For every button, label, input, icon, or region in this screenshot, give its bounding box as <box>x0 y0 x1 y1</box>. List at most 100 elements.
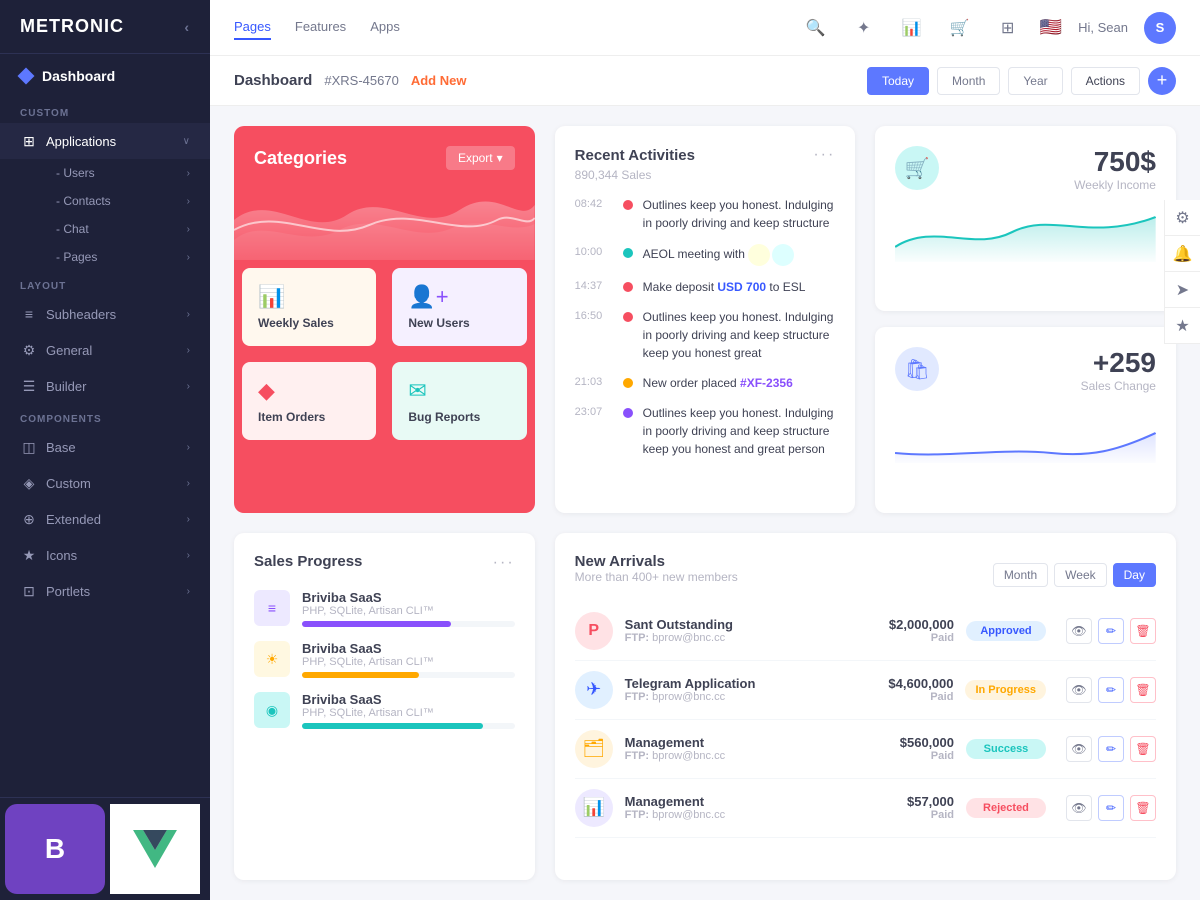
arrival-view-2[interactable]: 👁 <box>1066 736 1092 762</box>
add-new-button[interactable]: Add New <box>411 73 467 88</box>
weekly-sales-item[interactable]: 📊 Weekly Sales <box>242 268 376 346</box>
weekly-income-header: 🛒 750$ Weekly Income <box>895 146 1156 202</box>
custom-chevron-icon: › <box>187 478 190 489</box>
vue-logo[interactable] <box>110 804 200 894</box>
progress-sub-2: PHP, SQLite, Artisan CLI™ <box>302 707 515 719</box>
sales-change-header: 🛍 +259 Sales Change <box>895 347 1156 403</box>
categories-grid: 📊 Weekly Sales 👤+ New Users ◆ Item Order… <box>234 260 535 448</box>
arrivals-subtitle: More than 400+ new members <box>575 570 738 584</box>
arrival-delete-0[interactable]: 🗑 <box>1130 618 1156 644</box>
arrival-actions-1: 👁 ✏ 🗑 <box>1066 677 1156 703</box>
progress-sub-1: PHP, SQLite, Artisan CLI™ <box>302 656 515 668</box>
search-icon[interactable]: 🔍 <box>800 12 832 44</box>
user-avatar[interactable]: S <box>1144 12 1176 44</box>
sidebar-item-portlets[interactable]: ⊡ Portlets › <box>0 573 210 609</box>
arrivals-tab-week[interactable]: Week <box>1054 563 1106 587</box>
dashboard-label: Dashboard <box>42 68 115 84</box>
arrival-edit-3[interactable]: ✏ <box>1098 795 1124 821</box>
month-button[interactable]: Month <box>937 67 1000 95</box>
general-label: General <box>46 343 92 358</box>
arrival-name-3: Management <box>625 794 725 809</box>
sidebar-toggle-icon[interactable]: ‹ <box>184 19 190 35</box>
sidebar-item-contacts[interactable]: - Contacts › <box>36 187 210 215</box>
arrivals-tab-month[interactable]: Month <box>993 563 1048 587</box>
arrival-delete-1[interactable]: 🗑 <box>1130 677 1156 703</box>
activity-item-5: 23:07 Outlines keep you honest. Indulgin… <box>575 404 836 458</box>
add-plus-button[interactable]: + <box>1148 67 1176 95</box>
arrival-info-0: Sant Outstanding FTP: bprow@bnc.cc <box>625 617 733 644</box>
sidebar-item-chat[interactable]: - Chat › <box>36 215 210 243</box>
right-send-icon[interactable]: ➤ <box>1164 272 1200 308</box>
cart-icon[interactable]: 🛒 <box>944 12 976 44</box>
arrival-view-1[interactable]: 👁 <box>1066 677 1092 703</box>
users-label: - Users <box>56 166 95 180</box>
right-bell-icon[interactable]: 🔔 <box>1164 236 1200 272</box>
arrival-name-2: Management <box>625 735 725 750</box>
new-users-item[interactable]: 👤+ New Users <box>392 268 526 346</box>
sidebar-item-general[interactable]: ⚙ General › <box>0 332 210 368</box>
wave-chart <box>234 180 535 260</box>
sales-progress-more-icon[interactable]: ··· <box>493 554 515 572</box>
right-star-icon[interactable]: ★ <box>1164 308 1200 344</box>
icons-label: Icons <box>46 548 77 563</box>
extended-label: Extended <box>46 512 101 527</box>
sidebar-item-subheaders[interactable]: ≡ Subheaders › <box>0 296 210 332</box>
sidebar-item-base[interactable]: ◫ Base › <box>0 429 210 465</box>
language-flag[interactable]: 🇺🇸 <box>1040 17 1062 38</box>
order-link[interactable]: #XF-2356 <box>740 376 793 390</box>
chart-icon[interactable]: 📊 <box>896 12 928 44</box>
actions-button[interactable]: Actions <box>1071 67 1140 95</box>
grid-icon[interactable]: ⊞ <box>992 12 1024 44</box>
arrival-edit-0[interactable]: ✏ <box>1098 618 1124 644</box>
arrival-edit-1[interactable]: ✏ <box>1098 677 1124 703</box>
arrival-delete-2[interactable]: 🗑 <box>1130 736 1156 762</box>
export-button[interactable]: Export ▾ <box>446 146 515 170</box>
today-button[interactable]: Today <box>867 67 929 95</box>
subheader-id: #XRS-45670 <box>324 73 398 88</box>
activity-item-3: 16:50 Outlines keep you honest. Indulgin… <box>575 308 836 362</box>
arrival-logo-1: ✈ <box>575 671 613 709</box>
sidebar-item-extended[interactable]: ⊕ Extended › <box>0 501 210 537</box>
progress-bar-wrap-1 <box>302 672 515 678</box>
share-icon[interactable]: ✦ <box>848 12 880 44</box>
sidebar-item-builder[interactable]: ☰ Builder › <box>0 368 210 404</box>
year-button[interactable]: Year <box>1008 67 1062 95</box>
topnav-features-link[interactable]: Features <box>295 15 346 40</box>
sales-progress-title: Sales Progress <box>254 553 362 570</box>
sidebar-item-applications[interactable]: ⊞ Applications ∨ <box>0 123 210 159</box>
arrival-view-0[interactable]: 👁 <box>1066 618 1092 644</box>
arrival-logo-0: P <box>575 612 613 650</box>
main-content: Pages Features Apps 🔍 ✦ 📊 🛒 ⊞ 🇺🇸 Hi, Sea… <box>210 0 1200 900</box>
sidebar-item-pages[interactable]: - Pages › <box>36 243 210 271</box>
bug-reports-item[interactable]: ✉ Bug Reports <box>392 362 526 440</box>
sidebar-item-custom[interactable]: ◈ Custom › <box>0 465 210 501</box>
sidebar-dashboard-item[interactable]: Dashboard <box>0 54 210 98</box>
topnav-right-actions: 🔍 ✦ 📊 🛒 ⊞ 🇺🇸 Hi, Sean S <box>800 12 1176 44</box>
arrival-row-0: P Sant Outstanding FTP: bprow@bnc.cc $2,… <box>575 602 1156 661</box>
sidebar-item-icons[interactable]: ★ Icons › <box>0 537 210 573</box>
arrival-badge-1: In Progress <box>965 680 1046 700</box>
right-settings-icon[interactable]: ⚙ <box>1164 200 1200 236</box>
icons-icon: ★ <box>20 546 38 564</box>
topnav-apps-link[interactable]: Apps <box>370 15 400 40</box>
arrivals-table: P Sant Outstanding FTP: bprow@bnc.cc $2,… <box>575 602 1156 838</box>
activities-header: Recent Activities ··· <box>575 146 836 164</box>
activity-text-0: Outlines keep you honest. Indulging in p… <box>643 196 836 232</box>
arrivals-tab-day[interactable]: Day <box>1113 563 1156 587</box>
activity-text-3: Outlines keep you honest. Indulging in p… <box>643 308 836 362</box>
arrival-edit-2[interactable]: ✏ <box>1098 736 1124 762</box>
builder-icon: ☰ <box>20 377 38 395</box>
item-orders-item[interactable]: ◆ Item Orders <box>242 362 376 440</box>
subheaders-inner: ≡ Subheaders <box>20 305 116 323</box>
arrival-paid-0: Paid <box>889 632 954 644</box>
sidebar-logo: METRONIC ‹ <box>0 0 210 54</box>
arrival-logo-2: 🗂 <box>575 730 613 768</box>
arrival-delete-3[interactable]: 🗑 <box>1130 795 1156 821</box>
arrival-badge-3: Rejected <box>966 798 1046 818</box>
layout-section-label: LAYOUT <box>0 271 210 296</box>
arrival-view-3[interactable]: 👁 <box>1066 795 1092 821</box>
bootstrap-logo[interactable]: B <box>5 804 105 894</box>
topnav-pages-link[interactable]: Pages <box>234 15 271 40</box>
activities-more-icon[interactable]: ··· <box>813 146 835 164</box>
sidebar-item-users[interactable]: - Users › <box>36 159 210 187</box>
